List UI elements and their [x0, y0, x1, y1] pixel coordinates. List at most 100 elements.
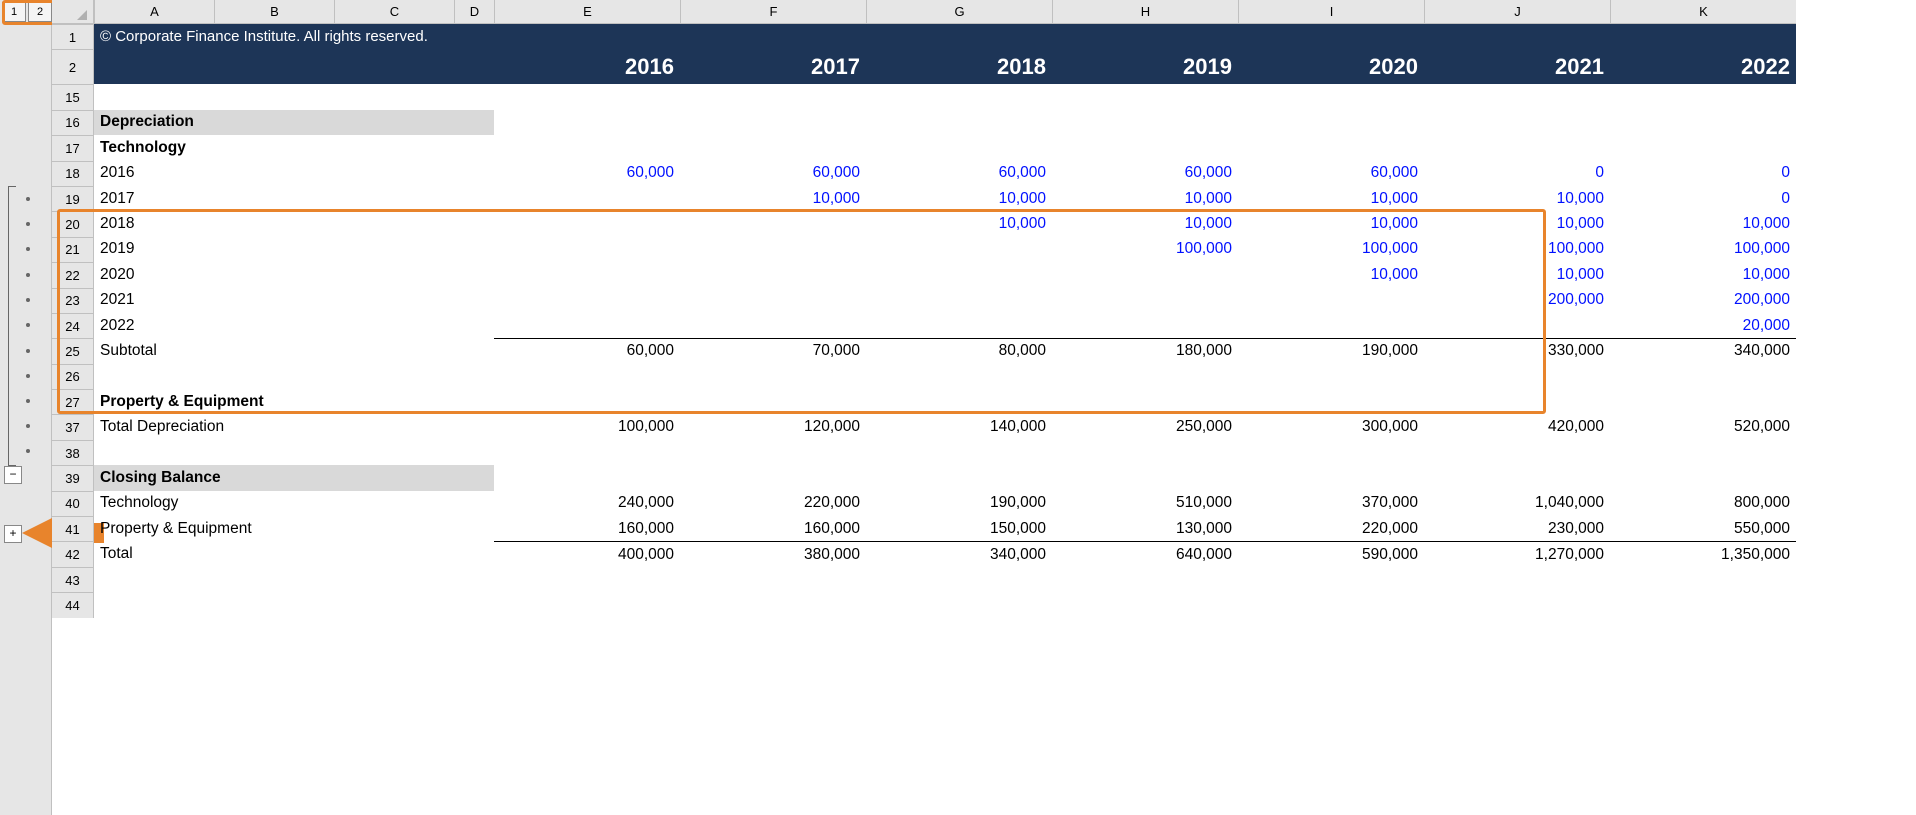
cell-value[interactable] [494, 262, 680, 287]
cell-value[interactable]: 100,000 [1424, 237, 1610, 262]
cell-value[interactable] [866, 592, 1052, 617]
row-header-37[interactable]: 37 [52, 414, 94, 439]
cell-label[interactable] [94, 440, 494, 465]
cell-value[interactable] [1424, 440, 1610, 465]
cell-label[interactable]: Total Depreciation [94, 414, 494, 439]
cell-value[interactable]: 120,000 [680, 414, 866, 439]
outline-level-1-button[interactable]: 1 [2, 2, 26, 22]
cell-value[interactable]: 80,000 [866, 338, 1052, 363]
cell-value[interactable] [866, 364, 1052, 389]
cell-value[interactable]: 10,000 [1610, 262, 1796, 287]
row-header-26[interactable]: 26 [52, 364, 94, 389]
cell-value[interactable] [1424, 389, 1610, 414]
cell-value[interactable] [1052, 389, 1238, 414]
cell-value[interactable] [494, 135, 680, 160]
cell-value[interactable]: 200,000 [1610, 288, 1796, 313]
column-header-B[interactable]: B [214, 0, 334, 24]
cell-value[interactable]: 220,000 [1238, 516, 1424, 541]
cell-value[interactable]: 300,000 [1238, 414, 1424, 439]
column-header-J[interactable]: J [1424, 0, 1610, 24]
row-header-27[interactable]: 27 [52, 389, 94, 414]
cell-value[interactable]: 10,000 [866, 186, 1052, 211]
cell-label[interactable]: Subtotal [94, 338, 494, 363]
cell-value[interactable] [1610, 364, 1796, 389]
cell-value[interactable] [1238, 84, 1424, 109]
cell-value[interactable] [1052, 567, 1238, 592]
subsection-property-equipment[interactable]: Property & Equipment [94, 389, 494, 414]
cell-value[interactable] [1238, 288, 1424, 313]
cell-value[interactable]: 340,000 [1610, 338, 1796, 363]
row-header-18[interactable]: 18 [52, 161, 94, 186]
cell[interactable] [94, 49, 494, 84]
cell-value[interactable] [1238, 389, 1424, 414]
cell-value[interactable] [680, 237, 866, 262]
cell-value[interactable]: 1,350,000 [1610, 541, 1796, 566]
cell-value[interactable] [1424, 84, 1610, 109]
cell-value[interactable] [494, 389, 680, 414]
cell-label[interactable]: 2022 [94, 313, 494, 338]
cell-value[interactable] [866, 313, 1052, 338]
cell-value[interactable] [1424, 567, 1610, 592]
cell-value[interactable] [680, 135, 866, 160]
cell-value[interactable] [1052, 440, 1238, 465]
cell-value[interactable] [494, 364, 680, 389]
row-header-25[interactable]: 25 [52, 338, 94, 363]
cell-label[interactable]: Technology [94, 491, 494, 516]
cell-value[interactable] [866, 84, 1052, 109]
cell-value[interactable]: 400,000 [494, 541, 680, 566]
cell-label[interactable] [94, 84, 494, 109]
cell-value[interactable]: 20,000 [1610, 313, 1796, 338]
cell-value[interactable]: 10,000 [1238, 211, 1424, 236]
cell-value[interactable]: 10,000 [1424, 186, 1610, 211]
cell-label[interactable]: 2021 [94, 288, 494, 313]
subsection-technology[interactable]: Technology [94, 135, 494, 160]
cell-value[interactable] [494, 288, 680, 313]
cell-value[interactable]: 100,000 [494, 414, 680, 439]
outline-level-2-button[interactable]: 2 [28, 2, 52, 22]
cell-value[interactable]: 130,000 [1052, 516, 1238, 541]
cell-value[interactable]: 100,000 [1052, 237, 1238, 262]
cell-value[interactable] [1052, 288, 1238, 313]
cell-value[interactable] [1238, 135, 1424, 160]
cell-label[interactable]: 2017 [94, 186, 494, 211]
column-header-K[interactable]: K [1610, 0, 1796, 24]
cell-value[interactable] [494, 440, 680, 465]
cell-value[interactable]: 200,000 [1424, 288, 1610, 313]
cell-value[interactable]: 520,000 [1610, 414, 1796, 439]
cell-value[interactable]: 60,000 [494, 338, 680, 363]
cell-value[interactable]: 10,000 [1052, 211, 1238, 236]
cell-label[interactable]: Property & Equipment [94, 516, 494, 541]
row-header-20[interactable]: 20 [52, 211, 94, 236]
row-header-40[interactable]: 40 [52, 491, 94, 516]
cell-value[interactable]: 380,000 [680, 541, 866, 566]
cell-value[interactable] [680, 592, 866, 617]
cell-value[interactable]: 150,000 [866, 516, 1052, 541]
cell-value[interactable] [494, 237, 680, 262]
cell-value[interactable] [1238, 364, 1424, 389]
cell-label[interactable]: 2020 [94, 262, 494, 287]
row-header-23[interactable]: 23 [52, 288, 94, 313]
cell-value[interactable]: 220,000 [680, 491, 866, 516]
cell-value[interactable] [1238, 567, 1424, 592]
year-header[interactable]: 2016 [494, 49, 680, 84]
year-header[interactable]: 2022 [1610, 49, 1796, 84]
cell-value[interactable] [1610, 567, 1796, 592]
cell-value[interactable] [1052, 262, 1238, 287]
cell-value[interactable]: 10,000 [1424, 262, 1610, 287]
cell-value[interactable]: 230,000 [1424, 516, 1610, 541]
cell-value[interactable] [680, 364, 866, 389]
column-header-D[interactable]: D [454, 0, 494, 24]
cell-value[interactable] [866, 288, 1052, 313]
row-header-24[interactable]: 24 [52, 313, 94, 338]
cell-value[interactable] [680, 288, 866, 313]
cell-value[interactable] [866, 237, 1052, 262]
cell-value[interactable] [494, 186, 680, 211]
cell-label[interactable]: 2018 [94, 211, 494, 236]
cell-value[interactable] [1424, 135, 1610, 160]
cell-value[interactable]: 0 [1610, 186, 1796, 211]
cell-value[interactable]: 160,000 [680, 516, 866, 541]
cell-value[interactable]: 240,000 [494, 491, 680, 516]
cell-value[interactable]: 340,000 [866, 541, 1052, 566]
cell-value[interactable]: 1,040,000 [1424, 491, 1610, 516]
cell-value[interactable]: 60,000 [680, 161, 866, 186]
